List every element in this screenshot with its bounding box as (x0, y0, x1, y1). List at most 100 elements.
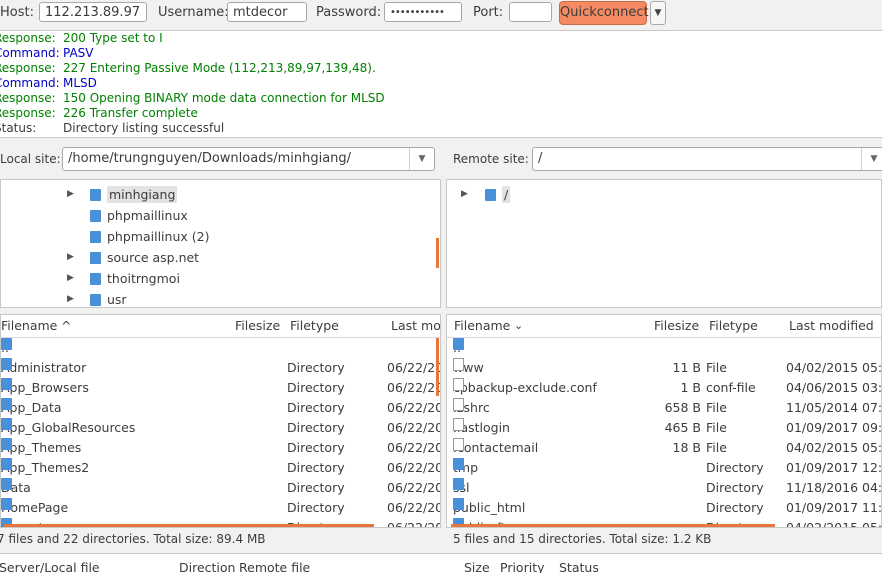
column-last-modified[interactable]: Last mo (391, 315, 440, 337)
local-directory-tree[interactable]: ▶ minhgiang phpmaillinux phpmaillinux (2) ▶ s… (0, 179, 441, 308)
local-site-path-combo[interactable]: /home/trungnguyen/Downloads/minhgiang/ ▼ (62, 147, 435, 171)
tree-item[interactable]: ▶ / (461, 184, 511, 205)
column-filetype[interactable]: Filetype (290, 315, 339, 337)
column-server-local[interactable]: Server/Local file (0, 554, 100, 573)
table-row[interactable]: Data Directory 06/22/20 (1, 478, 440, 498)
column-filesize[interactable]: Filesize (235, 315, 280, 337)
local-file-list[interactable]: Filename ^ Filesize Filetype Last mo ..A… (0, 314, 441, 528)
quickconnect-button[interactable]: Quickconnect (559, 1, 649, 25)
table-row[interactable]: Administrator Directory 06/22/20 (1, 358, 440, 378)
column-priority[interactable]: Priority (500, 554, 545, 573)
remote-directory-tree[interactable]: ▶ / (446, 179, 882, 308)
file-name: .. (453, 338, 464, 358)
file-name: App_Browsers (1, 378, 89, 398)
folder-icon (1, 398, 12, 410)
column-size[interactable]: Size (464, 554, 490, 573)
local-site-label: Local site: (0, 152, 61, 166)
message-log[interactable]: Response: 200 Type set to I Command: PASV Re… (0, 30, 882, 138)
log-line: Status: Directory listing successful (0, 121, 882, 136)
column-filename[interactable]: Filename (1, 315, 57, 337)
folder-icon (1, 458, 12, 470)
column-direction[interactable]: Direction (179, 554, 235, 573)
password-input[interactable]: ••••••••••• (384, 2, 462, 22)
tree-item[interactable]: ▶ minhgiang (67, 184, 178, 205)
table-row[interactable]: tmp Directory 01/09/2017 12:... (447, 458, 881, 478)
file-type: Directory (287, 480, 345, 495)
column-last-modified[interactable]: Last modified (789, 315, 874, 337)
table-row[interactable]: .lastlogin 465 B File 01/09/2017 09:... (447, 418, 881, 438)
file-name: HomePage (1, 498, 68, 518)
file-date: 06/22/20 (387, 400, 441, 415)
tree-item[interactable]: ▶ usr (67, 289, 127, 307)
local-tree-scrollbar[interactable] (436, 238, 439, 268)
table-row[interactable]: public_html Directory 01/09/2017 11:... (447, 498, 881, 518)
table-row[interactable]: HomePage Directory 06/22/20 (1, 498, 440, 518)
chevron-down-icon[interactable]: ▼ (409, 148, 434, 170)
table-row[interactable]: App_Browsers Directory 06/22/20 (1, 378, 440, 398)
table-row[interactable]: .. (1, 338, 440, 358)
remote-list-hscrollbar[interactable] (451, 524, 775, 527)
log-key: Response: (0, 61, 56, 75)
folder-icon (1, 378, 12, 390)
local-list-hscrollbar[interactable] (4, 524, 374, 527)
log-line: Response: 227 Entering Passive Mode (112,… (0, 61, 882, 76)
tree-item[interactable]: phpmaillinux (2) (90, 226, 209, 247)
tree-item-label: phpmaillinux (107, 208, 188, 223)
table-row[interactable]: cpbackup-exclude.conf 1 B conf-file 04/06/2… (447, 378, 881, 398)
local-list-scrollbar[interactable] (436, 338, 439, 396)
column-status[interactable]: Status (559, 554, 599, 573)
remote-file-list[interactable]: Filename ⌄ Filesize Filetype Last modifi… (446, 314, 882, 528)
username-input[interactable]: mtdecor (227, 2, 307, 22)
sort-desc-icon: ⌄ (514, 319, 524, 332)
file-date: 04/02/2015 05:... (786, 520, 882, 528)
host-input[interactable]: 112.213.89.97 (39, 2, 147, 22)
log-value: 200 Type set to I (63, 31, 163, 45)
port-input[interactable] (509, 2, 552, 22)
column-filetype[interactable]: Filetype (709, 315, 758, 337)
port-label: Port: (473, 5, 504, 20)
file-size: 465 B (664, 420, 701, 435)
expander-icon[interactable]: ▶ (67, 247, 74, 268)
table-row[interactable]: ssl Directory 11/18/2016 04:... (447, 478, 881, 498)
column-filename[interactable]: Filename (454, 315, 510, 337)
table-row[interactable]: App_Themes Directory 06/22/20 (1, 438, 440, 458)
tree-item-label: usr (107, 292, 127, 307)
file-date: 06/22/20 (387, 420, 441, 435)
table-row[interactable]: .zshrc 658 B File 11/05/2014 07:... (447, 398, 881, 418)
expander-icon[interactable]: ▶ (67, 289, 74, 307)
folder-icon (90, 252, 101, 264)
column-filesize[interactable]: Filesize (654, 315, 699, 337)
expander-icon[interactable]: ▶ (67, 184, 74, 205)
tree-item[interactable]: phpmaillinux (90, 205, 188, 226)
table-row[interactable]: App_Themes2 Directory 06/22/20 (1, 458, 440, 478)
table-row[interactable]: App_Data Directory 06/22/20 (1, 398, 440, 418)
quickconnect-dropdown[interactable]: ▼ (650, 1, 666, 25)
expander-icon[interactable]: ▶ (67, 268, 74, 289)
file-name-text: .contactemail (453, 440, 539, 455)
log-value: Directory listing successful (63, 121, 225, 135)
column-remote-file[interactable]: Remote file (239, 554, 310, 573)
file-name: App_GlobalResources (1, 418, 135, 438)
table-row[interactable]: .contactemail 18 B File 04/02/2015 05:... (447, 438, 881, 458)
table-row[interactable]: App_GlobalResources Directory 06/22/20 (1, 418, 440, 438)
local-site-bar: Local site: /home/trungnguyen/Downloads/… (0, 143, 440, 177)
folder-icon (1, 438, 12, 450)
file-date: 11/18/2016 04:... (786, 480, 882, 495)
chevron-down-icon[interactable]: ▼ (861, 148, 882, 170)
file-icon (453, 358, 464, 371)
expander-icon[interactable]: ▶ (461, 184, 468, 205)
file-name-text: cpbackup-exclude.conf (453, 380, 597, 395)
tree-item[interactable]: ▶ thoitrngmoi (67, 268, 180, 289)
log-line: Response: 200 Type set to I (0, 31, 882, 46)
log-value: 227 Entering Passive Mode (112,213,89,97… (63, 61, 376, 75)
folder-icon (453, 338, 464, 350)
transfer-queue-header: Server/Local file Direction Remote file … (0, 553, 882, 573)
file-type: Directory (287, 360, 345, 375)
table-row[interactable]: .. (447, 338, 881, 358)
remote-site-label: Remote site: (453, 152, 529, 166)
file-name: tmp (453, 458, 478, 478)
table-row[interactable]: www 11 B File 04/02/2015 05:... (447, 358, 881, 378)
file-type: Directory (287, 500, 345, 515)
tree-item[interactable]: ▶ source asp.net (67, 247, 199, 268)
remote-site-path-combo[interactable]: / ▼ (532, 147, 882, 171)
